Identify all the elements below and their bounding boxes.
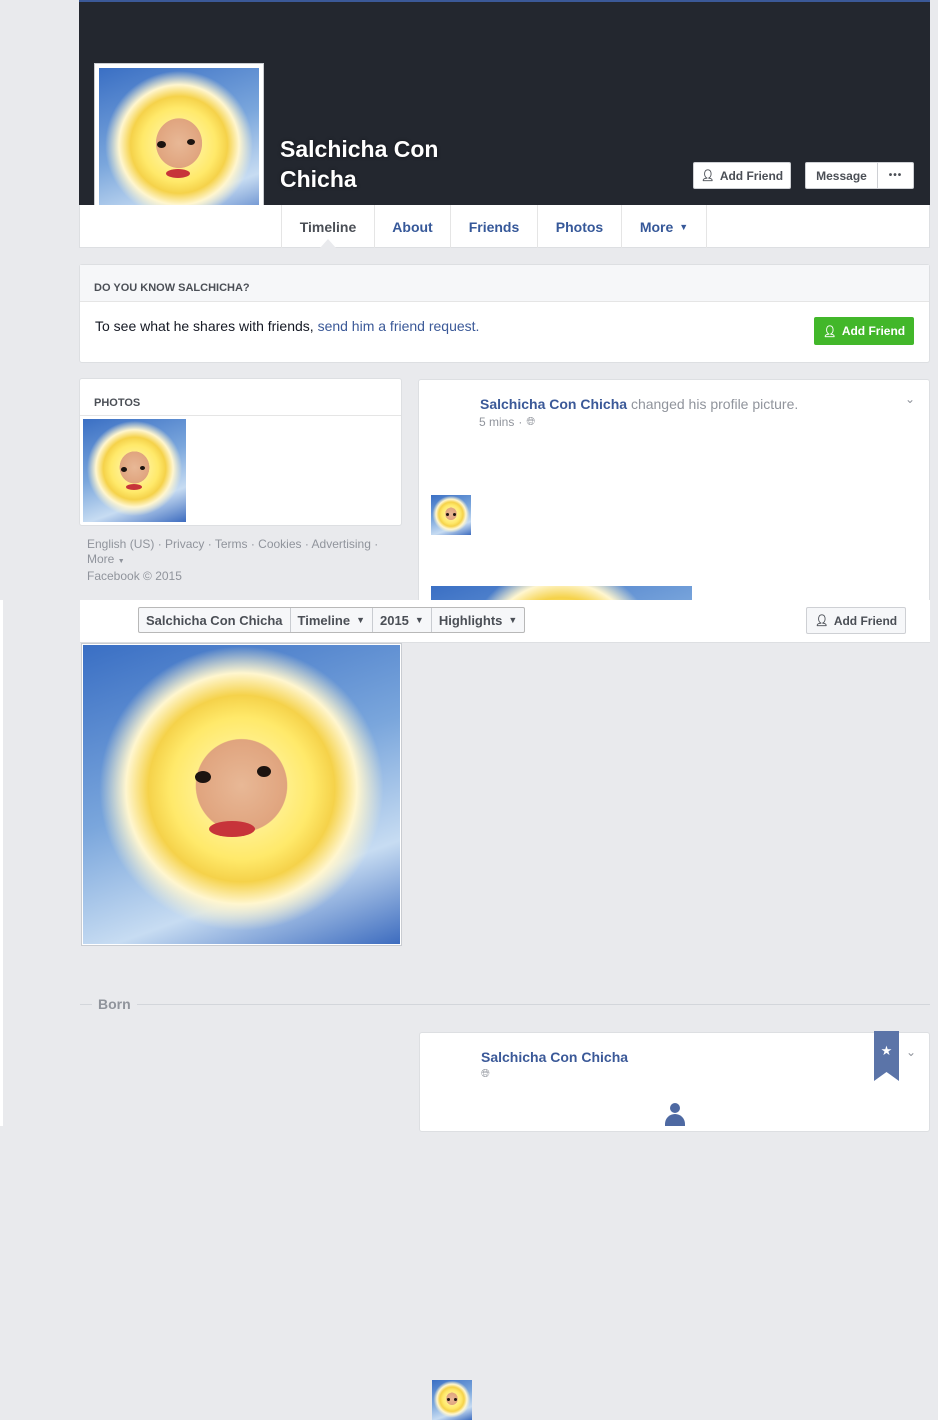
add-person-icon: 👤︎ (700, 170, 715, 182)
sticky-timeline-dropdown[interactable]: Timeline ▼ (291, 608, 373, 632)
tab-about-label: About (392, 218, 433, 235)
footer-link-privacy[interactable]: Privacy (165, 537, 204, 551)
add-friend-label: Add Friend (719, 168, 784, 183)
sticky-add-friend-label: Add Friend (833, 613, 898, 628)
sticky-year-dropdown[interactable]: 2015 ▼ (373, 608, 432, 632)
photos-header: PHOTOS (80, 379, 401, 416)
footer-link-terms[interactable]: Terms (215, 537, 248, 551)
footer-more[interactable]: More ▼ (87, 552, 397, 569)
do-you-know-text: To see what he shares with friends, send… (80, 302, 929, 350)
more-options-button[interactable]: ••• (878, 162, 914, 189)
message-label: Message (816, 168, 867, 183)
sticky-timeline-label: Timeline (297, 612, 351, 628)
photos-title[interactable]: PHOTOS (94, 397, 140, 409)
person-icon (665, 1103, 685, 1126)
post-author-avatar[interactable] (431, 495, 471, 535)
tab-timeline-label: Timeline (299, 218, 357, 235)
do-you-know-box: DO YOU KNOW SALCHICHA? To see what he sh… (79, 264, 930, 363)
post-meta: 5 mins · 🌐︎ (479, 415, 535, 429)
tab-list: Timeline About Friends Photos More ▼ (281, 205, 707, 248)
do-you-know-header: DO YOU KNOW SALCHICHA? (80, 265, 929, 302)
footer-link-cookies[interactable]: Cookies (258, 537, 301, 551)
know-text: To see what he shares with friends, (95, 318, 314, 334)
sticky-add-friend-button[interactable]: 👤︎ Add Friend (806, 607, 906, 634)
sticky-year-label: 2015 (379, 612, 409, 628)
add-friend-green-button[interactable]: 👤︎ Add Friend (814, 317, 914, 345)
profile-name: Salchicha Con Chicha (280, 134, 438, 194)
caret-down-icon: ▼ (356, 615, 365, 625)
footer-more-label: More (87, 552, 115, 566)
sticky-name-button[interactable]: Salchicha Con Chicha (139, 608, 291, 632)
active-tab-pointer (320, 239, 336, 248)
footer-link-advertising[interactable]: Advertising (312, 537, 371, 551)
born-post-author[interactable]: Salchicha Con Chicha (481, 1049, 628, 1065)
profile-name-line1: Salchicha Con (280, 136, 439, 162)
do-you-know-title: DO YOU KNOW SALCHICHA? (94, 282, 250, 294)
add-friend-green-label: Add Friend (841, 324, 906, 338)
footer-copyright: Facebook © 2015 (87, 569, 182, 583)
born-post-avatar[interactable] (432, 1380, 472, 1420)
tab-photos-label: Photos (555, 218, 604, 235)
caret-down-icon: ▼ (679, 221, 689, 232)
profile-name-line2: Chicha (280, 166, 357, 192)
ellipsis-icon: ••• (888, 170, 903, 181)
sticky-breadcrumb: Salchicha Con Chicha Timeline ▼ 2015 ▼ H… (138, 607, 526, 633)
tab-photos[interactable]: Photos (537, 205, 621, 248)
add-person-icon: 👤︎ (822, 325, 837, 338)
caret-down-icon: ▼ (414, 615, 424, 625)
tab-about[interactable]: About (374, 205, 450, 248)
sticky-name-label: Salchicha Con Chicha (146, 612, 283, 628)
post-author-name[interactable]: Salchicha Con Chicha (480, 396, 627, 412)
post-time[interactable]: 5 mins (479, 415, 514, 429)
sticky-highlights-dropdown[interactable]: Highlights ▼ (432, 608, 524, 632)
caret-down-icon: ▼ (117, 558, 125, 565)
friend-request-link[interactable]: send him a friend request. (318, 318, 480, 334)
post-header-text: Salchicha Con Chicha changed his profile… (480, 396, 798, 412)
dot-separator: · (518, 415, 523, 429)
born-post-options-chevron-icon[interactable]: ⌄ (906, 1045, 916, 1059)
message-button[interactable]: Message (805, 162, 878, 189)
caret-down-icon: ▼ (508, 615, 518, 625)
add-person-icon: 👤︎ (814, 615, 829, 627)
star-icon: ★ (880, 1043, 893, 1058)
tab-more-label: More (639, 218, 674, 235)
born-divider-line (80, 1004, 930, 1005)
tab-more[interactable]: More ▼ (621, 205, 707, 248)
tab-friends[interactable]: Friends (450, 205, 537, 248)
globe-icon: 🌐︎ (526, 415, 536, 428)
tab-friends-label: Friends (468, 218, 520, 235)
footer-links: English (US) · Privacy · Terms · Cookies… (87, 537, 397, 584)
born-label-text: Born (98, 996, 131, 1012)
footer-link-language[interactable]: English (US) (87, 537, 154, 551)
sticky-highlights-label: Highlights (438, 612, 503, 628)
born-label: Born (92, 996, 137, 1012)
post-action: changed his profile picture. (630, 396, 799, 412)
globe-icon: 🌐︎ (481, 1068, 490, 1080)
post-options-chevron-icon[interactable]: ⌄ (905, 392, 915, 406)
large-profile-photo[interactable] (81, 643, 402, 946)
add-friend-button[interactable]: 👤︎ Add Friend (693, 162, 791, 189)
photo-thumbnail[interactable] (83, 419, 186, 522)
